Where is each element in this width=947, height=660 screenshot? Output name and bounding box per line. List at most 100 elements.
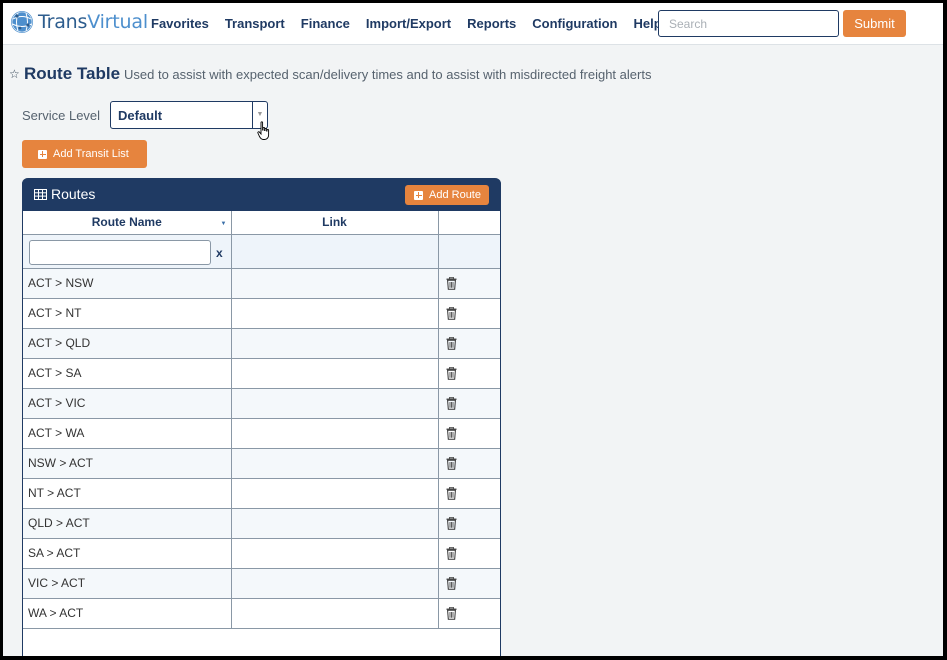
brand-logo[interactable]: TransVirtual: [10, 10, 148, 34]
table-row[interactable]: ACT > SA: [23, 358, 500, 389]
page-description: Used to assist with expected scan/delive…: [124, 67, 652, 82]
menu-reports[interactable]: Reports: [467, 16, 516, 31]
trash-icon[interactable]: [446, 456, 457, 470]
table-icon: [34, 188, 47, 200]
route-name-cell: ACT > QLD: [23, 328, 232, 359]
search-input[interactable]: [658, 10, 839, 37]
menu-transport[interactable]: Transport: [225, 16, 285, 31]
add-route-label: Add Route: [429, 189, 481, 201]
brand-name-dark: Trans: [38, 11, 88, 33]
link-cell: [231, 328, 439, 359]
routes-panel: Routes Add Route Route Name ▼ Link ACT >…: [22, 178, 501, 656]
table-header-row: Route Name ▼ Link: [23, 211, 500, 235]
actions-cell: [438, 358, 500, 389]
trash-icon[interactable]: [446, 606, 457, 620]
trash-icon[interactable]: [446, 276, 457, 290]
table-row[interactable]: VIC > ACT: [23, 568, 500, 599]
app-window: TransVirtual Favorites Transport Finance…: [3, 3, 943, 656]
route-name-cell: SA > ACT: [23, 538, 232, 569]
column-header-route-name[interactable]: Route Name ▼: [23, 211, 232, 235]
trash-icon[interactable]: [446, 306, 457, 320]
route-name-cell: QLD > ACT: [23, 508, 232, 539]
trash-icon[interactable]: [446, 366, 457, 380]
actions-cell: [438, 388, 500, 419]
route-name-cell: ACT > NT: [23, 298, 232, 329]
table-row[interactable]: WA > ACT: [23, 598, 500, 629]
route-name-cell: WA > ACT: [23, 598, 232, 629]
service-level-value: Default: [118, 108, 163, 123]
service-level-label: Service Level: [22, 108, 101, 123]
table-row[interactable]: SA > ACT: [23, 538, 500, 569]
add-transit-list-button[interactable]: Add Transit List: [22, 140, 147, 168]
trash-icon[interactable]: [446, 486, 457, 500]
menu-favorites[interactable]: Favorites: [151, 16, 209, 31]
link-cell: [231, 268, 439, 299]
brand-name: TransVirtual: [38, 11, 148, 33]
actions-cell: [438, 418, 500, 449]
route-name-cell: ACT > SA: [23, 358, 232, 389]
table-row[interactable]: ACT > QLD: [23, 328, 500, 359]
link-cell: [231, 508, 439, 539]
add-route-button[interactable]: Add Route: [405, 185, 489, 205]
routes-table: Route Name ▼ Link ACT > NSW ACT > NT ACT > …: [23, 211, 500, 629]
globe-logo-icon: [11, 11, 33, 33]
main-menu: Favorites Transport Finance Import/Expor…: [151, 16, 678, 31]
table-row[interactable]: QLD > ACT: [23, 508, 500, 539]
add-transit-list-label: Add Transit List: [53, 148, 129, 160]
screen-frame: TransVirtual Favorites Transport Finance…: [0, 0, 947, 660]
link-cell: [231, 448, 439, 479]
menu-import-export[interactable]: Import/Export: [366, 16, 451, 31]
link-cell: [231, 478, 439, 509]
page-title: Route Table: [24, 64, 121, 83]
hand-cursor-icon: [257, 121, 270, 140]
column-header-actions: [438, 211, 500, 235]
column-link-label: Link: [322, 215, 347, 230]
trash-icon[interactable]: [446, 396, 457, 410]
link-cell: [231, 538, 439, 569]
clear-filter-button[interactable]: x: [216, 246, 223, 260]
route-name-cell: ACT > NSW: [23, 268, 232, 299]
service-level-select[interactable]: Default ▼: [110, 101, 268, 129]
menu-finance[interactable]: Finance: [301, 16, 350, 31]
route-name-cell: NSW > ACT: [23, 448, 232, 479]
routes-title-text: Routes: [51, 186, 96, 202]
link-cell: [231, 598, 439, 629]
route-name-cell: VIC > ACT: [23, 568, 232, 599]
link-cell: [231, 568, 439, 599]
actions-cell: [438, 538, 500, 569]
trash-icon[interactable]: [446, 576, 457, 590]
table-row[interactable]: NT > ACT: [23, 478, 500, 509]
table-row[interactable]: ACT > NSW: [23, 268, 500, 299]
table-row[interactable]: ACT > NT: [23, 298, 500, 329]
link-cell: [231, 388, 439, 419]
trash-icon[interactable]: [446, 546, 457, 560]
actions-cell: [438, 568, 500, 599]
sort-down-icon[interactable]: ▼: [221, 221, 227, 227]
filter-cell-link: [231, 234, 439, 269]
trash-icon[interactable]: [446, 516, 457, 530]
actions-cell: [438, 598, 500, 629]
table-row[interactable]: ACT > VIC: [23, 388, 500, 419]
menu-configuration[interactable]: Configuration: [532, 16, 617, 31]
link-cell: [231, 358, 439, 389]
actions-cell: [438, 328, 500, 359]
trash-icon[interactable]: [446, 336, 457, 350]
filter-cell-actions: [438, 234, 500, 269]
actions-cell: [438, 268, 500, 299]
trash-icon[interactable]: [446, 426, 457, 440]
route-name-cell: ACT > WA: [23, 418, 232, 449]
route-name-cell: NT > ACT: [23, 478, 232, 509]
column-header-link[interactable]: Link: [231, 211, 439, 235]
link-cell: [231, 418, 439, 449]
actions-cell: [438, 448, 500, 479]
route-name-filter-input[interactable]: [29, 240, 211, 265]
star-icon[interactable]: ☆: [9, 67, 20, 81]
plus-square-icon: [414, 190, 423, 200]
submit-button[interactable]: Submit: [843, 10, 906, 37]
table-row[interactable]: NSW > ACT: [23, 448, 500, 479]
actions-cell: [438, 298, 500, 329]
actions-cell: [438, 478, 500, 509]
table-row[interactable]: ACT > WA: [23, 418, 500, 449]
top-navbar: TransVirtual Favorites Transport Finance…: [3, 3, 943, 45]
brand-name-light: Virtual: [87, 11, 148, 33]
